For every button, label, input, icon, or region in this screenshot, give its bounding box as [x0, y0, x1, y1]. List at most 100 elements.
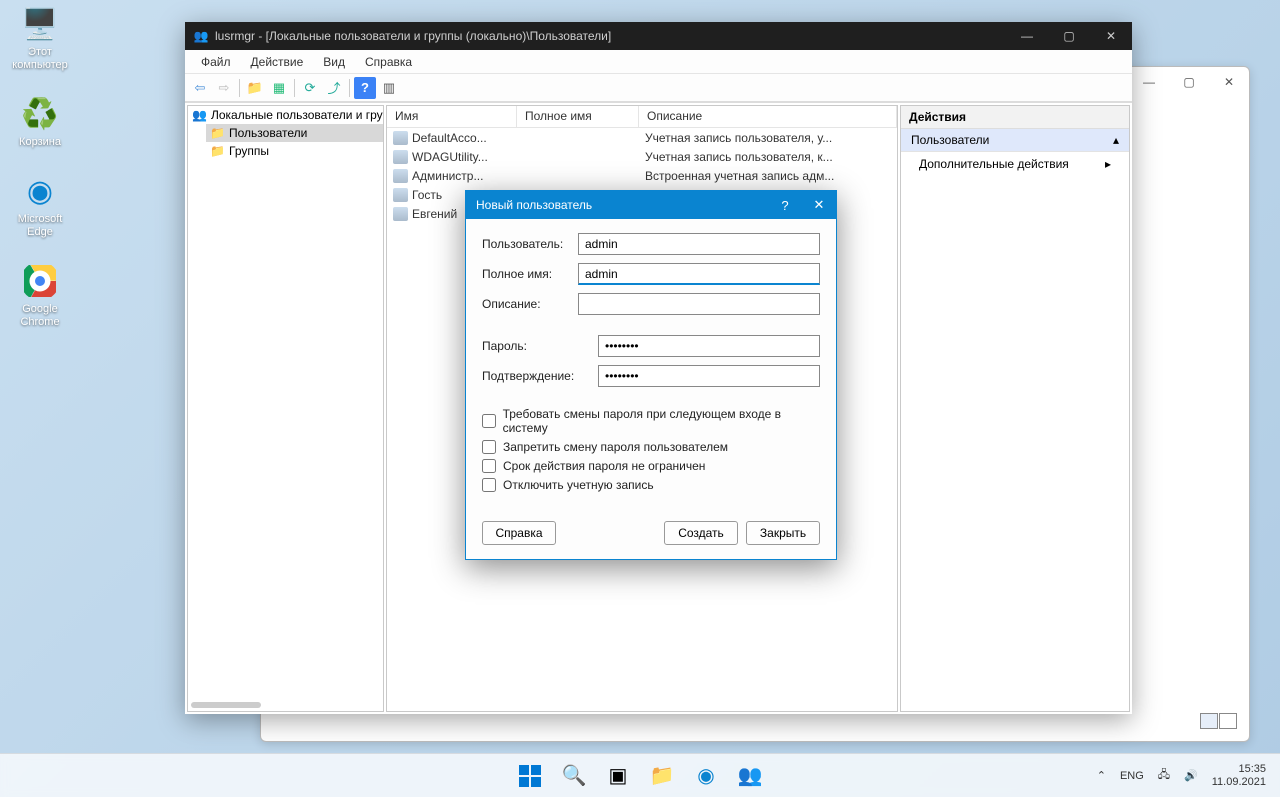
refresh-button[interactable]: ⟳	[299, 77, 321, 99]
label-confirm: Подтверждение:	[482, 369, 598, 383]
table-row[interactable]: WDAGUtility...Учетная запись пользовател…	[387, 147, 897, 166]
folder-icon: 📁	[210, 126, 225, 140]
close-button[interactable]: ✕	[1090, 22, 1132, 50]
tray-chevron-icon[interactable]: ⌃	[1097, 769, 1106, 782]
tree-users[interactable]: 📁Пользователи	[206, 124, 383, 142]
desktop-label: Корзина	[19, 136, 61, 149]
dialog-body: Пользователь: Полное имя: Описание: Паро…	[466, 219, 836, 511]
desktop-icons: 🖥️Этоткомпьютер ♻️ Корзина ◉MicrosoftEdge…	[0, 0, 80, 351]
help-button[interactable]: Справка	[482, 521, 556, 545]
dialog-title: Новый пользователь	[476, 198, 592, 212]
desktop-icon-chrome[interactable]: GoogleChrome	[0, 261, 80, 329]
tree-root[interactable]: 👥Локальные пользователи и гру	[188, 106, 383, 124]
edge-icon: ◉	[20, 171, 60, 211]
users-groups-icon: 👥	[192, 108, 207, 122]
desktop-label: MicrosoftEdge	[18, 213, 63, 239]
desktop-icon-pc[interactable]: 🖥️Этоткомпьютер	[0, 4, 80, 72]
col-name[interactable]: Имя	[387, 106, 517, 127]
check-never-expires[interactable]: Срок действия пароля не ограничен	[482, 459, 820, 473]
input-user[interactable]	[578, 233, 820, 255]
properties-button[interactable]: ▦	[268, 77, 290, 99]
menubar: Файл Действие Вид Справка	[185, 50, 1132, 74]
desktop-icon-edge[interactable]: ◉MicrosoftEdge	[0, 171, 80, 239]
window-titlebar[interactable]: 👥 lusrmgr - [Локальные пользователи и гр…	[185, 22, 1132, 50]
label-user: Пользователь:	[482, 237, 578, 251]
search-button[interactable]: 🔍	[555, 757, 593, 795]
menu-file[interactable]: Файл	[191, 52, 241, 72]
user-icon	[393, 207, 408, 221]
folder-icon: 📁	[210, 144, 225, 158]
dialog-titlebar[interactable]: Новый пользователь ? ✕	[466, 191, 836, 219]
dialog-footer: Справка Создать Закрыть	[466, 511, 836, 559]
start-button[interactable]	[511, 757, 549, 795]
taskbar: 🔍 ▣ 📁 ◉ 👥 ⌃ ENG 🖧 🔊 15:35 11.09.2021	[0, 753, 1280, 797]
menu-help[interactable]: Справка	[355, 52, 422, 72]
volume-icon[interactable]: 🔊	[1184, 769, 1198, 782]
maximize-button[interactable]: ▢	[1048, 22, 1090, 50]
desktop-label: GoogleChrome	[20, 303, 59, 329]
new-user-dialog: Новый пользователь ? ✕ Пользователь: Пол…	[465, 190, 837, 560]
table-row[interactable]: Администр...Встроенная учетная запись ад…	[387, 166, 897, 185]
system-tray: ⌃ ENG 🖧 🔊 15:35 11.09.2021	[1097, 763, 1280, 789]
language-indicator[interactable]: ENG	[1120, 770, 1144, 782]
window-title: lusrmgr - [Локальные пользователи и груп…	[215, 29, 611, 43]
chrome-icon	[20, 261, 60, 301]
user-icon	[393, 131, 408, 145]
export-button[interactable]: ⤴	[323, 77, 345, 99]
create-button[interactable]: Создать	[664, 521, 738, 545]
back-button[interactable]: ⇦	[189, 77, 211, 99]
help-button[interactable]: ?	[354, 77, 376, 99]
recycle-icon: ♻️	[20, 94, 60, 134]
bg-view-toggle[interactable]	[1200, 713, 1237, 729]
collapse-icon: ▴	[1113, 133, 1119, 147]
bg-max-button[interactable]: ▢	[1169, 68, 1209, 96]
input-description[interactable]	[578, 293, 820, 315]
pc-icon: 🖥️	[20, 4, 60, 44]
label-fullname: Полное имя:	[482, 267, 578, 281]
actions-header: Действия	[901, 106, 1129, 129]
col-description[interactable]: Описание	[639, 106, 897, 127]
app-icon: 👥	[193, 28, 209, 44]
lusrmgr-button[interactable]: 👥	[731, 757, 769, 795]
close-button[interactable]: Закрыть	[746, 521, 820, 545]
dialog-close-button[interactable]: ✕	[802, 191, 836, 219]
desktop-icon-recycle[interactable]: ♻️ Корзина	[0, 94, 80, 149]
tree-pane: 👥Локальные пользователи и гру 📁Пользоват…	[187, 105, 384, 712]
check-require-change[interactable]: Требовать смены пароля при следующем вхо…	[482, 407, 820, 435]
desktop-label: Этоткомпьютер	[12, 46, 67, 72]
explorer-button[interactable]: 📁	[643, 757, 681, 795]
check-disabled[interactable]: Отключить учетную запись	[482, 478, 820, 492]
chevron-right-icon: ▸	[1105, 157, 1111, 171]
table-row[interactable]: DefaultAcco...Учетная запись пользовател…	[387, 128, 897, 147]
edge-button[interactable]: ◉	[687, 757, 725, 795]
check-cannot-change[interactable]: Запретить смену пароля пользователем	[482, 440, 820, 454]
actions-more[interactable]: Дополнительные действия▸	[901, 152, 1129, 176]
toolbar-extra[interactable]: ▥	[378, 77, 400, 99]
scrollbar[interactable]	[191, 702, 261, 708]
forward-button[interactable]: ⇨	[213, 77, 235, 99]
label-description: Описание:	[482, 297, 578, 311]
dialog-help-button[interactable]: ?	[768, 191, 802, 219]
actions-context[interactable]: Пользователи▴	[901, 129, 1129, 152]
user-icon	[393, 150, 408, 164]
input-fullname[interactable]	[578, 263, 820, 285]
taskview-button[interactable]: ▣	[599, 757, 637, 795]
menu-action[interactable]: Действие	[241, 52, 314, 72]
input-confirm[interactable]	[598, 365, 820, 387]
user-icon	[393, 169, 408, 183]
menu-view[interactable]: Вид	[313, 52, 355, 72]
col-fullname[interactable]: Полное имя	[517, 106, 639, 127]
bg-close-button[interactable]: ✕	[1209, 68, 1249, 96]
list-header: Имя Полное имя Описание	[387, 106, 897, 128]
clock[interactable]: 15:35 11.09.2021	[1212, 763, 1266, 789]
label-password: Пароль:	[482, 339, 598, 353]
up-button[interactable]: 📁	[244, 77, 266, 99]
minimize-button[interactable]: —	[1006, 22, 1048, 50]
taskbar-center: 🔍 ▣ 📁 ◉ 👥	[511, 757, 769, 795]
network-icon[interactable]: 🖧	[1158, 766, 1170, 785]
input-password[interactable]	[598, 335, 820, 357]
tree-groups[interactable]: 📁Группы	[206, 142, 383, 160]
user-icon	[393, 188, 408, 202]
toolbar: ⇦ ⇨ 📁 ▦ ⟳ ⤴ ? ▥	[185, 74, 1132, 102]
bg-min-button[interactable]: —	[1129, 68, 1169, 96]
